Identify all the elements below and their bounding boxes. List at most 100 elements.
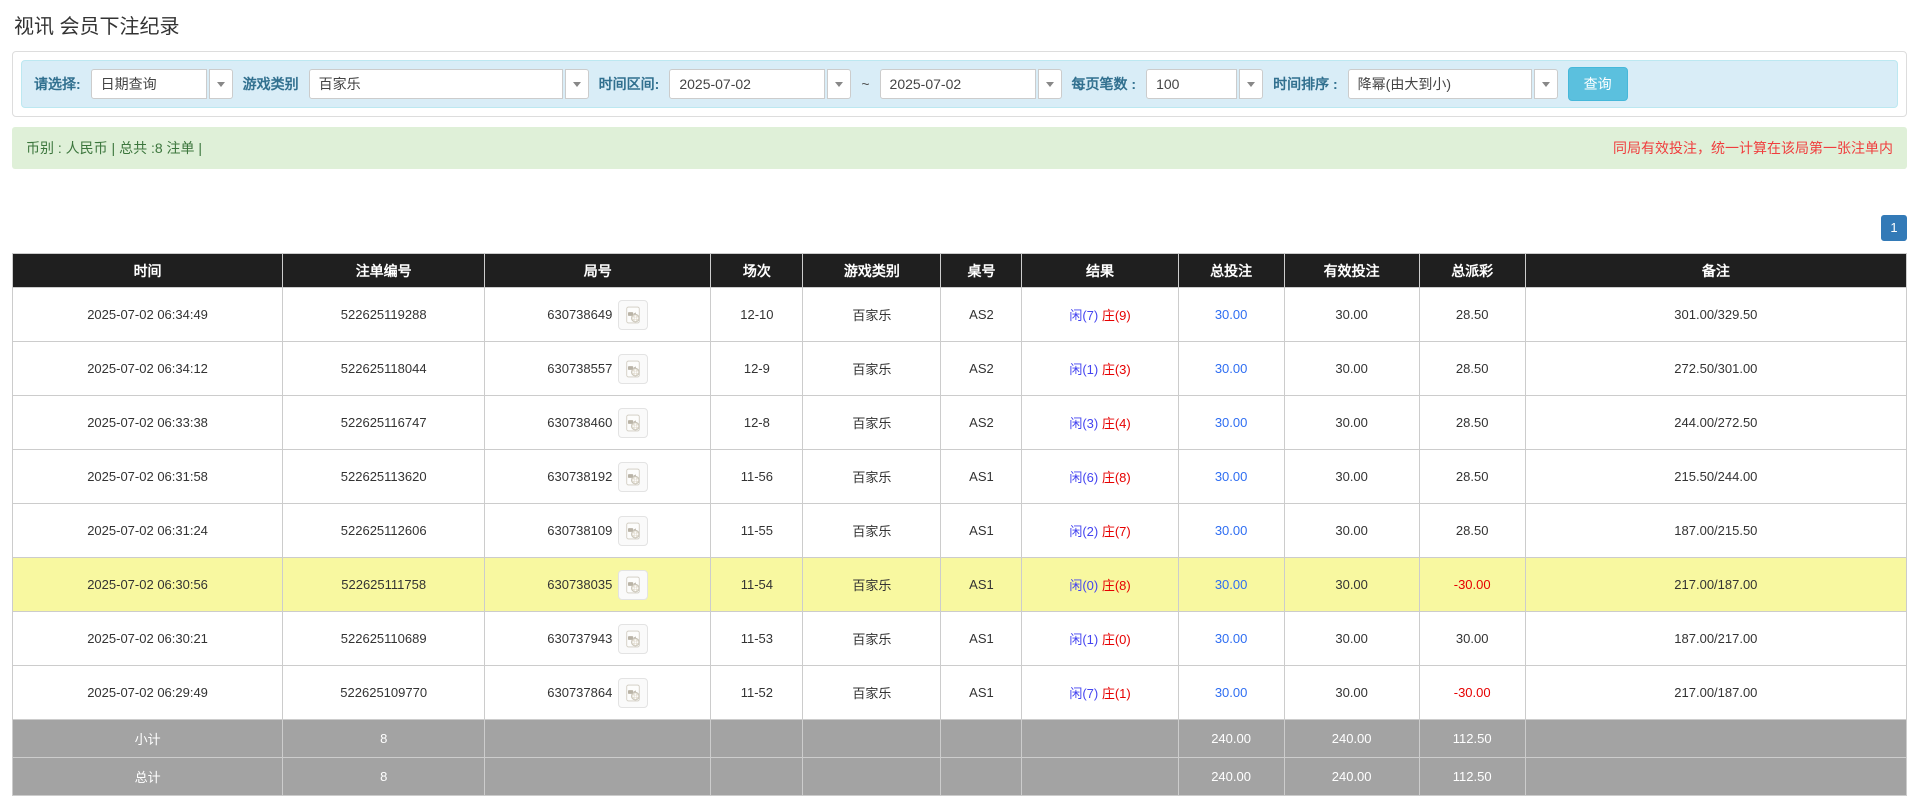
date-to-value[interactable]: 2025-07-02 bbox=[880, 69, 1036, 99]
filter-panel: 请选择: 日期查询 游戏类别 百家乐 时间区间: 2025-07-02 ~ 20… bbox=[12, 51, 1907, 117]
video-replay-button[interactable] bbox=[618, 678, 648, 708]
video-replay-button[interactable] bbox=[618, 570, 648, 600]
cell-table-no: AS1 bbox=[941, 666, 1022, 720]
grand-total-row-total-bet: 240.00 bbox=[1178, 758, 1284, 796]
chevron-down-icon[interactable] bbox=[1534, 69, 1558, 99]
cell-total-payout: -30.00 bbox=[1419, 558, 1525, 612]
round-id-wrap: 630738557 bbox=[489, 354, 706, 384]
cell-total-payout: 30.00 bbox=[1419, 612, 1525, 666]
total-bet-link[interactable]: 30.00 bbox=[1215, 469, 1248, 484]
round-id-text: 630738192 bbox=[547, 469, 612, 484]
video-icon bbox=[623, 575, 643, 595]
chevron-down-icon[interactable] bbox=[1038, 69, 1062, 99]
chevron-down-icon[interactable] bbox=[1239, 69, 1263, 99]
video-icon bbox=[623, 305, 643, 325]
date-from-select[interactable]: 2025-07-02 bbox=[669, 69, 851, 99]
chevron-down-icon[interactable] bbox=[565, 69, 589, 99]
total-bet-link[interactable]: 30.00 bbox=[1215, 631, 1248, 646]
video-replay-button[interactable] bbox=[618, 354, 648, 384]
grand-total-row-valid-bet: 240.00 bbox=[1284, 758, 1419, 796]
chevron-down-icon[interactable] bbox=[209, 69, 233, 99]
time-sort-value[interactable]: 降幂(由大到小) bbox=[1348, 69, 1532, 99]
cell-total-bet: 30.00 bbox=[1178, 342, 1284, 396]
total-bet-link[interactable]: 30.00 bbox=[1215, 307, 1248, 322]
chevron-down-icon[interactable] bbox=[827, 69, 851, 99]
game-category-select[interactable]: 百家乐 bbox=[309, 69, 589, 99]
grand-total-row-count: 8 bbox=[283, 758, 485, 796]
grand-total-row-empty-round-id bbox=[485, 758, 711, 796]
cell-round-id: 630737943 bbox=[485, 612, 711, 666]
video-icon bbox=[623, 683, 643, 703]
cell-result: 闲(7) 庄(1) bbox=[1022, 666, 1178, 720]
result-banker: 庄(9) bbox=[1102, 308, 1131, 323]
pagination-page-1[interactable]: 1 bbox=[1881, 215, 1907, 241]
video-replay-button[interactable] bbox=[618, 408, 648, 438]
column-header-game-category: 游戏类别 bbox=[803, 254, 941, 288]
page-size-select[interactable]: 100 bbox=[1146, 69, 1263, 99]
round-id-text: 630738035 bbox=[547, 577, 612, 592]
total-bet-link[interactable]: 30.00 bbox=[1215, 685, 1248, 700]
column-header-total-payout: 总派彩 bbox=[1419, 254, 1525, 288]
cell-round-id: 630738460 bbox=[485, 396, 711, 450]
time-sort-select[interactable]: 降幂(由大到小) bbox=[1348, 69, 1558, 99]
video-replay-button[interactable] bbox=[618, 462, 648, 492]
total-bet-link[interactable]: 30.00 bbox=[1215, 577, 1248, 592]
table-row: 2025-07-02 06:31:58522625113620630738192… bbox=[13, 450, 1907, 504]
date-to-select[interactable]: 2025-07-02 bbox=[880, 69, 1062, 99]
table-row: 2025-07-02 06:33:38522625116747630738460… bbox=[13, 396, 1907, 450]
grand-total-row: 总计8240.00240.00112.50 bbox=[13, 758, 1907, 796]
result-banker: 庄(8) bbox=[1102, 470, 1131, 485]
date-from-value[interactable]: 2025-07-02 bbox=[669, 69, 825, 99]
result-player: 闲(0) bbox=[1069, 578, 1098, 593]
round-id-wrap: 630738109 bbox=[489, 516, 706, 546]
cell-valid-bet: 30.00 bbox=[1284, 450, 1419, 504]
video-replay-button[interactable] bbox=[618, 516, 648, 546]
result-player: 闲(7) bbox=[1069, 686, 1098, 701]
total-bet-link[interactable]: 30.00 bbox=[1215, 523, 1248, 538]
grand-total-row-empty-table-no bbox=[941, 758, 1022, 796]
cell-total-bet: 30.00 bbox=[1178, 666, 1284, 720]
page-size-value[interactable]: 100 bbox=[1146, 69, 1237, 99]
round-id-wrap: 630738649 bbox=[489, 300, 706, 330]
query-type-value[interactable]: 日期查询 bbox=[91, 69, 207, 99]
pagination: 1 bbox=[12, 215, 1907, 241]
cell-result: 闲(3) 庄(4) bbox=[1022, 396, 1178, 450]
grand-total-row-label: 总计 bbox=[13, 758, 283, 796]
result-banker: 庄(4) bbox=[1102, 416, 1131, 431]
cell-game-category: 百家乐 bbox=[803, 666, 941, 720]
query-type-select[interactable]: 日期查询 bbox=[91, 69, 233, 99]
cell-remark: 244.00/272.50 bbox=[1525, 396, 1906, 450]
video-replay-button[interactable] bbox=[618, 624, 648, 654]
cell-round-id: 630737864 bbox=[485, 666, 711, 720]
subtotal-row: 小计8240.00240.00112.50 bbox=[13, 720, 1907, 758]
column-header-remark: 备注 bbox=[1525, 254, 1906, 288]
cell-total-payout: -30.00 bbox=[1419, 666, 1525, 720]
cell-bet-id: 522625113620 bbox=[283, 450, 485, 504]
cell-remark: 215.50/244.00 bbox=[1525, 450, 1906, 504]
round-id-wrap: 630737864 bbox=[489, 678, 706, 708]
round-id-wrap: 630737943 bbox=[489, 624, 706, 654]
column-header-session: 场次 bbox=[711, 254, 803, 288]
cell-game-category: 百家乐 bbox=[803, 396, 941, 450]
total-bet-link[interactable]: 30.00 bbox=[1215, 415, 1248, 430]
date-range-separator: ~ bbox=[861, 76, 869, 92]
cell-table-no: AS1 bbox=[941, 612, 1022, 666]
result-player: 闲(1) bbox=[1069, 632, 1098, 647]
video-replay-button[interactable] bbox=[618, 300, 648, 330]
game-category-value[interactable]: 百家乐 bbox=[309, 69, 563, 99]
cell-bet-id: 522625111758 bbox=[283, 558, 485, 612]
video-icon bbox=[623, 413, 643, 433]
cell-remark: 187.00/217.00 bbox=[1525, 612, 1906, 666]
subtotal-row-empty-remark bbox=[1525, 720, 1906, 758]
subtotal-row-empty-round-id bbox=[485, 720, 711, 758]
cell-total-bet: 30.00 bbox=[1178, 396, 1284, 450]
total-bet-link[interactable]: 30.00 bbox=[1215, 361, 1248, 376]
table-row: 2025-07-02 06:29:49522625109770630737864… bbox=[13, 666, 1907, 720]
search-button[interactable]: 查询 bbox=[1568, 67, 1628, 101]
cell-bet-id: 522625110689 bbox=[283, 612, 485, 666]
cell-time: 2025-07-02 06:34:49 bbox=[13, 288, 283, 342]
cell-remark: 187.00/215.50 bbox=[1525, 504, 1906, 558]
result-player: 闲(1) bbox=[1069, 362, 1098, 377]
grand-total-row-empty-game-category bbox=[803, 758, 941, 796]
summary-notice-text: 同局有效投注，统一计算在该局第一张注单内 bbox=[1613, 138, 1893, 158]
